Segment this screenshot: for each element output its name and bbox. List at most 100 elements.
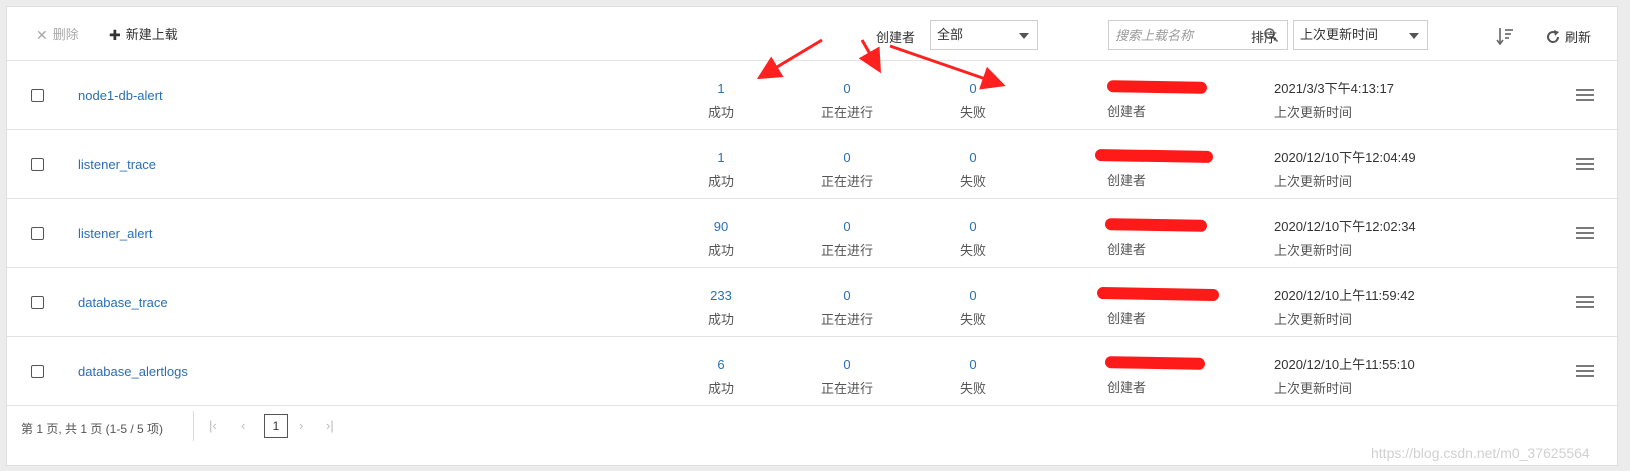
in-progress-count-value[interactable]: 0 xyxy=(807,81,887,97)
in-progress-count: 0 正在进行 xyxy=(807,150,887,190)
last-updated-cell: 2020/12/10上午11:59:42 上次更新时间 xyxy=(1274,288,1415,328)
delete-label: 删除 xyxy=(52,27,79,42)
row-checkbox[interactable] xyxy=(31,227,44,240)
in-progress-label: 正在进行 xyxy=(820,243,873,258)
failed-count: 0 失败 xyxy=(933,357,1013,397)
sort-select[interactable]: 上次更新时间 xyxy=(1293,20,1428,50)
creator-filter-label: 创建者 xyxy=(876,30,916,45)
success-count-value[interactable]: 233 xyxy=(681,288,761,304)
redaction-mark xyxy=(1094,148,1214,164)
hamburger-menu-icon[interactable] xyxy=(1576,89,1594,101)
hamburger-menu-icon[interactable] xyxy=(1576,296,1594,308)
hamburger-menu-icon[interactable] xyxy=(1576,365,1594,377)
last-updated-label: 上次更新时间 xyxy=(1274,381,1353,396)
creator-cell: 创建者 xyxy=(1104,356,1206,396)
success-label: 成功 xyxy=(707,381,734,396)
hamburger-menu-icon[interactable] xyxy=(1576,158,1594,170)
pagination: 第 1 页, 共 1 页 (1-5 / 5 项) |‹ ‹ 1 › ›| xyxy=(7,406,1619,446)
success-label: 成功 xyxy=(707,243,734,258)
in-progress-label: 正在进行 xyxy=(820,105,873,120)
row-checkbox[interactable] xyxy=(31,296,44,309)
search-input[interactable] xyxy=(1109,21,1259,49)
success-count: 6 成功 xyxy=(681,357,761,397)
hamburger-menu-icon[interactable] xyxy=(1576,227,1594,239)
in-progress-count: 0 正在进行 xyxy=(807,288,887,328)
last-updated-value: 2020/12/10上午11:59:42 xyxy=(1274,288,1415,303)
failed-count-value[interactable]: 0 xyxy=(933,81,1013,97)
table-row: database_alertlogs 6 成功 0 正在进行 0 失败 创建者 … xyxy=(7,337,1619,406)
success-count-value[interactable]: 90 xyxy=(681,219,761,235)
creator-label: 创建者 xyxy=(1107,242,1147,257)
success-label: 成功 xyxy=(707,174,734,189)
table-row: listener_trace 1 成功 0 正在进行 0 失败 创建者 2020… xyxy=(7,130,1619,199)
failed-label: 失败 xyxy=(959,105,986,120)
creator-filter-select[interactable]: 全部 xyxy=(930,20,1038,50)
upload-name-link[interactable]: database_alertlogs xyxy=(78,364,188,379)
upload-name-link[interactable]: listener_alert xyxy=(78,226,152,241)
refresh-label: 刷新 xyxy=(1565,30,1592,45)
table-row: listener_alert 90 成功 0 正在进行 0 失败 创建者 202… xyxy=(7,199,1619,268)
row-checkbox[interactable] xyxy=(31,365,44,378)
in-progress-count-value[interactable]: 0 xyxy=(807,150,887,166)
last-updated-value: 2020/12/10下午12:04:49 xyxy=(1274,150,1416,165)
failed-count: 0 失败 xyxy=(933,288,1013,328)
success-label: 成功 xyxy=(707,312,734,327)
creator-label: 创建者 xyxy=(1107,104,1147,119)
new-upload-button[interactable]: ✚ 新建上载 xyxy=(109,27,178,43)
creator-cell: 创建者 xyxy=(1094,148,1214,189)
sort-value: 上次更新时间 xyxy=(1300,27,1379,42)
in-progress-count: 0 正在进行 xyxy=(807,219,887,259)
last-page-icon[interactable]: ›| xyxy=(326,418,334,433)
last-updated-cell: 2020/12/10下午12:04:49 上次更新时间 xyxy=(1274,150,1416,190)
current-page[interactable]: 1 xyxy=(264,414,288,438)
success-count-value[interactable]: 1 xyxy=(681,81,761,97)
sort-order-icon[interactable] xyxy=(1496,26,1514,46)
toolbar: ✕ 删除 ✚ 新建上载 创建者 全部 排序 上次更新时间 xyxy=(7,7,1619,61)
last-updated-cell: 2020/12/10下午12:02:34 上次更新时间 xyxy=(1274,219,1416,259)
last-updated-cell: 2021/3/3下午4:13:17 上次更新时间 xyxy=(1274,81,1394,121)
plus-icon: ✚ xyxy=(109,27,121,43)
last-updated-value: 2020/12/10下午12:02:34 xyxy=(1274,219,1416,234)
failed-count-value[interactable]: 0 xyxy=(933,357,1013,373)
chevron-down-icon xyxy=(1409,33,1419,39)
failed-label: 失败 xyxy=(959,174,986,189)
divider xyxy=(193,411,194,441)
failed-count-value[interactable]: 0 xyxy=(933,288,1013,304)
last-updated-label: 上次更新时间 xyxy=(1274,105,1353,120)
in-progress-count-value[interactable]: 0 xyxy=(807,357,887,373)
sort-label: 排序 xyxy=(1251,30,1278,45)
in-progress-count-value[interactable]: 0 xyxy=(807,219,887,235)
refresh-icon xyxy=(1547,29,1560,43)
in-progress-count: 0 正在进行 xyxy=(807,357,887,397)
failed-count-value[interactable]: 0 xyxy=(933,219,1013,235)
close-icon: ✕ xyxy=(36,27,48,43)
success-count: 233 成功 xyxy=(681,288,761,328)
failed-label: 失败 xyxy=(959,243,986,258)
redaction-mark xyxy=(1096,286,1220,302)
redaction-mark xyxy=(1106,80,1208,94)
success-count-value[interactable]: 6 xyxy=(681,357,761,373)
delete-button[interactable]: ✕ 删除 xyxy=(36,27,79,43)
upload-name-link[interactable]: node1-db-alert xyxy=(78,88,163,103)
last-updated-cell: 2020/12/10上午11:55:10 上次更新时间 xyxy=(1274,357,1415,397)
last-updated-label: 上次更新时间 xyxy=(1274,243,1353,258)
first-page-icon[interactable]: |‹ xyxy=(209,418,217,433)
refresh-button[interactable]: 刷新 xyxy=(1545,27,1591,46)
creator-cell: 创建者 xyxy=(1096,286,1220,327)
redaction-mark xyxy=(1104,218,1208,232)
in-progress-label: 正在进行 xyxy=(820,381,873,396)
upload-name-link[interactable]: listener_trace xyxy=(78,157,156,172)
row-checkbox[interactable] xyxy=(31,89,44,102)
prev-page-icon[interactable]: ‹ xyxy=(241,418,245,433)
creator-label: 创建者 xyxy=(1107,380,1147,395)
last-updated-value: 2020/12/10上午11:55:10 xyxy=(1274,357,1415,372)
in-progress-count-value[interactable]: 0 xyxy=(807,288,887,304)
creator-cell: 创建者 xyxy=(1104,218,1208,258)
failed-count: 0 失败 xyxy=(933,150,1013,190)
next-page-icon[interactable]: › xyxy=(299,418,303,433)
success-count-value[interactable]: 1 xyxy=(681,150,761,166)
row-checkbox[interactable] xyxy=(31,158,44,171)
failed-count-value[interactable]: 0 xyxy=(933,150,1013,166)
failed-label: 失败 xyxy=(959,312,986,327)
upload-name-link[interactable]: database_trace xyxy=(78,295,168,310)
